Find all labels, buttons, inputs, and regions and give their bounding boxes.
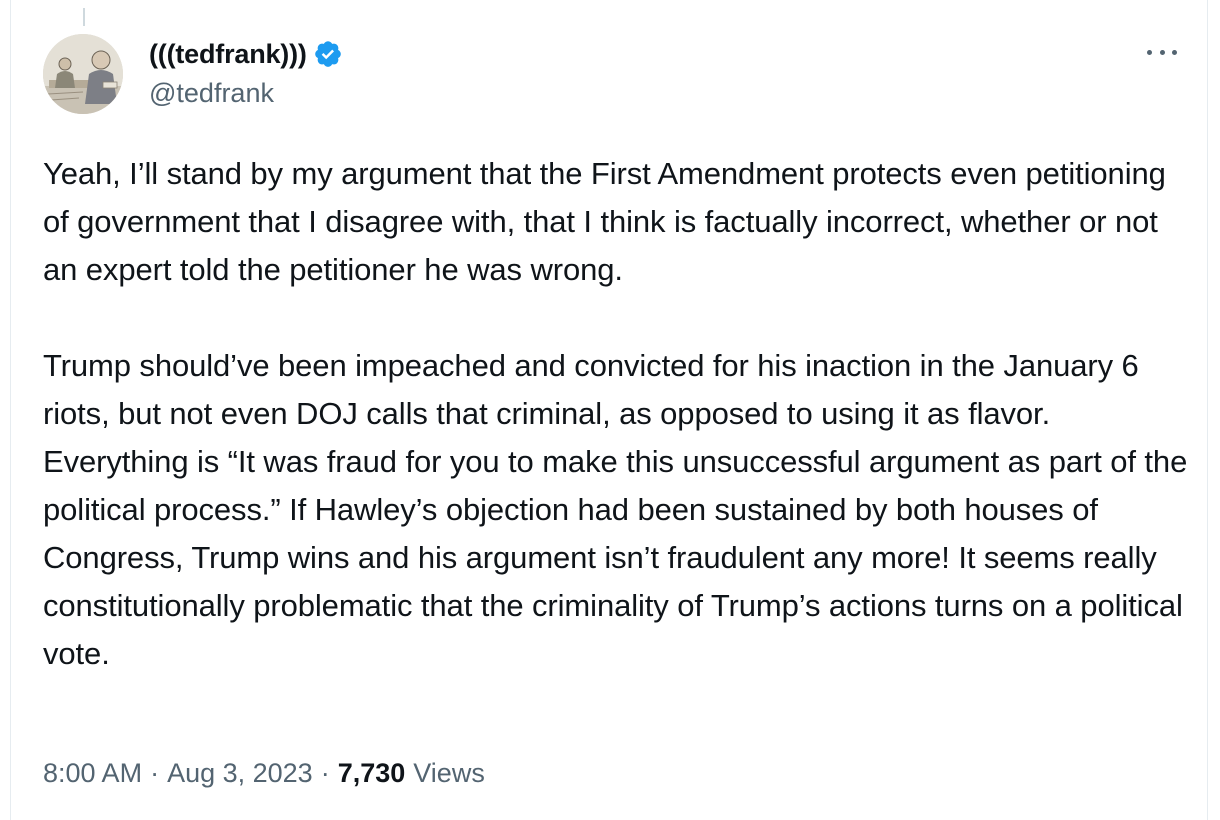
tweet-time: 8:00 AM (43, 758, 143, 788)
more-dot-icon (1159, 49, 1165, 55)
views-label: Views (413, 758, 485, 788)
courtroom-sketch-avatar-icon (43, 34, 123, 114)
views-count: 7,730 (337, 758, 406, 788)
tweet-text: Yeah, I’ll stand by my argument that the… (43, 150, 1193, 678)
avatar[interactable] (43, 34, 123, 114)
more-dot-icon (1172, 49, 1177, 55)
tweet-paragraph: Trump should’ve been impeached and convi… (43, 348, 1188, 671)
thread-connector-line (83, 8, 85, 26)
separator: · (150, 758, 160, 788)
tweet-card: (((tedfrank))) @tedfrank Yeah, I’ll stan… (10, 0, 1208, 820)
tweet-date: Aug 3, 2023 (167, 758, 313, 788)
author-display-name[interactable]: (((tedfrank))) (149, 39, 307, 70)
tweet-time-link[interactable]: 8:00 AM · Aug 3, 2023 (43, 758, 313, 789)
author-name-row[interactable]: (((tedfrank))) (149, 38, 343, 70)
tweet-metadata: 8:00 AM · Aug 3, 2023 · 7,730 Views (43, 758, 485, 789)
tweet-paragraph: Yeah, I’ll stand by my argument that the… (43, 156, 1166, 287)
more-options-button[interactable] (1147, 42, 1177, 62)
separator: · (320, 758, 330, 788)
more-dot-icon (1147, 49, 1152, 55)
author-handle[interactable]: @tedfrank (149, 78, 274, 109)
views-link[interactable]: 7,730 Views (338, 758, 485, 789)
verified-badge-icon (314, 41, 341, 67)
